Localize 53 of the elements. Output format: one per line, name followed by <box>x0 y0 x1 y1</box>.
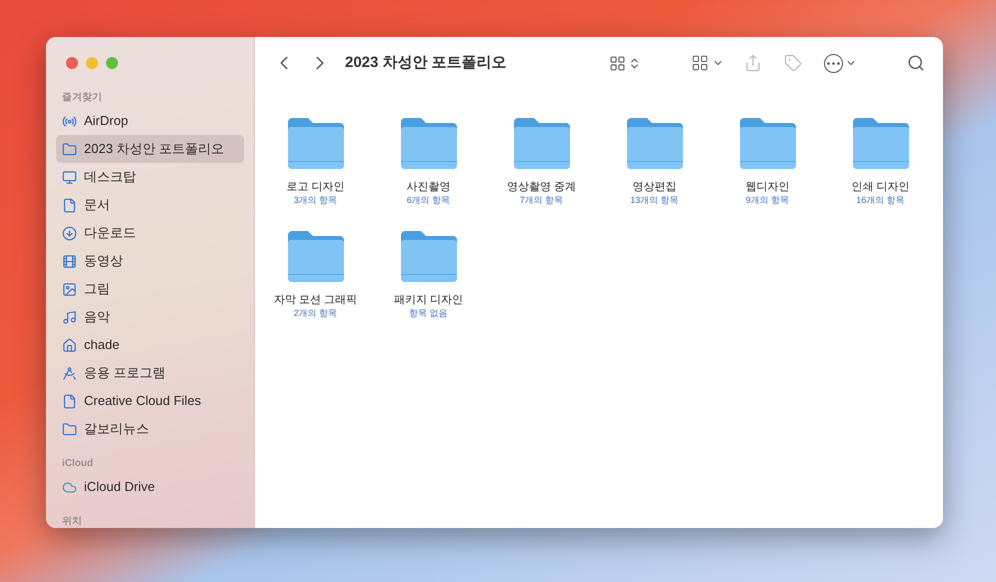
folder-icon <box>62 422 77 436</box>
sidebar-item[interactable]: 2023 차성안 포트폴리오 <box>56 135 244 163</box>
ellipsis-icon <box>824 54 843 72</box>
home-icon <box>62 338 77 352</box>
folder-name[interactable]: 로고 디자인 <box>286 180 345 194</box>
folder-name[interactable]: 영상촬영 중계 <box>506 180 576 194</box>
folder-name[interactable]: 자막 모션 그래픽 <box>274 293 358 307</box>
item-count: 13개의 항목 <box>630 194 679 207</box>
document-icon <box>62 198 77 212</box>
item-count: 7개의 항목 <box>520 194 564 207</box>
item-count: 3개의 항목 <box>294 194 338 207</box>
folder-icon <box>62 142 77 156</box>
document-icon <box>62 394 77 408</box>
compass-icon <box>62 366 77 380</box>
sidebar-item[interactable]: AirDrop <box>56 107 244 135</box>
close-icon[interactable] <box>66 57 78 69</box>
item-count: 항목 없음 <box>409 307 448 320</box>
sidebar-item[interactable]: 다운로드 <box>56 219 244 247</box>
sidebar-section-header: 위치 <box>61 515 83 528</box>
item-count: 2개의 항목 <box>294 307 338 320</box>
download-icon <box>62 226 77 240</box>
sidebar-item[interactable]: 갈보리뉴스 <box>56 415 244 443</box>
grid-icon <box>609 54 626 72</box>
desktop-icon <box>62 170 77 184</box>
folder-name[interactable]: 웹디자인 <box>746 180 790 194</box>
cloud-icon <box>62 480 77 494</box>
sidebar-item[interactable]: 그림 <box>56 275 244 303</box>
sidebar-item[interactable]: 문서 <box>56 191 244 219</box>
folder-name[interactable]: 패키지 디자인 <box>394 293 464 307</box>
sidebar-item[interactable]: Creative Cloud Files <box>56 387 244 415</box>
image-icon <box>62 282 77 296</box>
music-icon <box>62 310 77 324</box>
sidebar-item[interactable]: 음악 <box>56 303 244 331</box>
sidebar-item[interactable]: 동영상 <box>56 247 244 275</box>
item-count: 6개의 항목 <box>406 194 450 207</box>
airdrop-icon <box>62 114 77 128</box>
folder-name[interactable]: 인쇄 디자인 <box>851 180 910 194</box>
item-count: 16개의 항목 <box>856 194 905 207</box>
more-button[interactable] <box>824 54 857 72</box>
item-count: 9개의 항목 <box>746 194 790 207</box>
sidebar-section-header: 즐겨찾기 <box>61 91 103 105</box>
grid-icon <box>691 54 709 72</box>
window-title: 2023 차성안 포트폴리오 <box>345 52 507 73</box>
group-button[interactable] <box>691 54 724 72</box>
sidebar-item[interactable]: chade <box>56 331 244 359</box>
sidebar-item[interactable]: 응용 프로그램 <box>56 359 244 387</box>
film-icon <box>62 254 77 268</box>
sidebar-item[interactable]: iCloud Drive <box>56 473 244 501</box>
folder-name[interactable]: 영상편집 <box>632 180 676 194</box>
folder-name[interactable]: 사진촬영 <box>406 180 450 194</box>
sidebar-section-header: iCloud <box>61 457 94 471</box>
sidebar-item[interactable]: 데스크탑 <box>56 163 244 191</box>
search-icon[interactable] <box>907 54 925 72</box>
